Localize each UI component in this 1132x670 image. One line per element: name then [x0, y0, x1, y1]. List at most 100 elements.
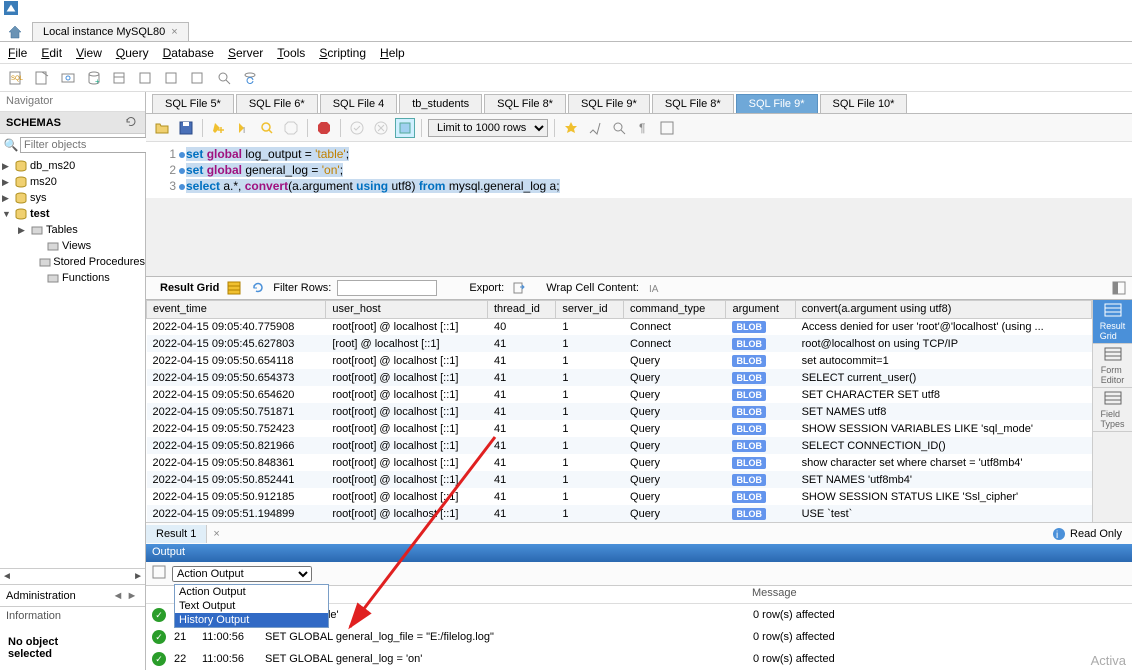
- menu-query[interactable]: Query: [116, 46, 149, 60]
- wrap-cell-icon[interactable]: IA: [645, 279, 663, 297]
- sql-tab[interactable]: SQL File 5*: [152, 94, 234, 113]
- execute-current-icon[interactable]: I: [233, 118, 253, 138]
- new-sql-icon[interactable]: SQL: [6, 68, 26, 88]
- output-row[interactable]: ✓2211:00:56SET GLOBAL general_log = 'on'…: [146, 648, 1132, 670]
- export-icon[interactable]: [510, 279, 528, 297]
- sql-tab[interactable]: SQL File 8*: [484, 94, 566, 113]
- filter-rows-input[interactable]: [337, 280, 437, 296]
- result-grid[interactable]: event_timeuser_hostthread_idserver_idcom…: [146, 300, 1092, 523]
- open-file-icon[interactable]: [152, 118, 172, 138]
- dropdown-option[interactable]: History Output: [175, 613, 328, 627]
- code-editor[interactable]: 1set global log_output = 'table';2set gl…: [146, 142, 1132, 198]
- connection-tab[interactable]: Local instance MySQL80 ×: [32, 22, 189, 41]
- sql-tab[interactable]: SQL File 4: [320, 94, 398, 113]
- table-add-icon[interactable]: [110, 68, 130, 88]
- explain-icon[interactable]: [257, 118, 277, 138]
- tree-node[interactable]: Views: [0, 238, 145, 254]
- output-panel-icon[interactable]: [152, 565, 166, 582]
- dropdown-option[interactable]: Text Output: [175, 599, 328, 613]
- inspector-icon[interactable]: [58, 68, 78, 88]
- menu-scripting[interactable]: Scripting: [319, 46, 366, 60]
- rollback-icon[interactable]: [371, 118, 391, 138]
- table-row[interactable]: 2022-04-15 09:05:50.848361root[root] @ l…: [147, 454, 1092, 471]
- table-row[interactable]: 2022-04-15 09:05:45.627803[root] @ local…: [147, 335, 1092, 352]
- column-header[interactable]: event_time: [147, 300, 326, 318]
- stop-query-icon[interactable]: [281, 118, 301, 138]
- proc-add-icon[interactable]: [162, 68, 182, 88]
- tree-node[interactable]: ▶ms20: [0, 174, 145, 190]
- brush-icon[interactable]: [585, 118, 605, 138]
- column-header[interactable]: convert(a.argument using utf8): [795, 300, 1091, 318]
- home-icon[interactable]: [6, 23, 24, 41]
- menu-edit[interactable]: Edit: [41, 46, 62, 60]
- tree-node[interactable]: ▼test: [0, 206, 145, 222]
- result-tab[interactable]: Result 1: [146, 525, 207, 543]
- tree-node[interactable]: ▶sys: [0, 190, 145, 206]
- table-row[interactable]: 2022-04-15 09:05:50.821966root[root] @ l…: [147, 437, 1092, 454]
- reconnect-icon[interactable]: [240, 68, 260, 88]
- panel-toggle-icon[interactable]: [1110, 279, 1128, 297]
- autocommit-icon[interactable]: [395, 118, 415, 138]
- side-tab[interactable]: Field Types: [1093, 388, 1132, 432]
- grid-icon[interactable]: [225, 279, 243, 297]
- menu-database[interactable]: Database: [163, 46, 214, 60]
- refresh-icon[interactable]: [125, 116, 139, 130]
- invisible-chars-icon[interactable]: ¶: [633, 118, 653, 138]
- sql-tab[interactable]: SQL File 8*: [652, 94, 734, 113]
- side-tab[interactable]: Form Editor: [1093, 344, 1132, 388]
- menu-help[interactable]: Help: [380, 46, 405, 60]
- table-row[interactable]: 2022-04-15 09:05:50.654620root[root] @ l…: [147, 386, 1092, 403]
- close-icon[interactable]: ×: [171, 26, 177, 38]
- sql-tab[interactable]: SQL File 6*: [236, 94, 318, 113]
- db-add-icon[interactable]: +: [84, 68, 104, 88]
- save-icon[interactable]: [176, 118, 196, 138]
- menu-file[interactable]: File: [8, 46, 27, 60]
- wrap-icon[interactable]: [657, 118, 677, 138]
- table-row[interactable]: 2022-04-15 09:05:50.752423root[root] @ l…: [147, 420, 1092, 437]
- execute-icon[interactable]: [209, 118, 229, 138]
- column-header[interactable]: user_host: [326, 300, 488, 318]
- column-header[interactable]: argument: [726, 300, 795, 318]
- tree-node[interactable]: ▶db_ms20: [0, 158, 145, 174]
- limit-select[interactable]: Limit to 1000 rows: [428, 119, 548, 137]
- beautify-icon[interactable]: [561, 118, 581, 138]
- stop-icon[interactable]: [314, 118, 334, 138]
- table-row[interactable]: 2022-04-15 09:05:50.654373root[root] @ l…: [147, 369, 1092, 386]
- sql-tab[interactable]: SQL File 9*: [568, 94, 650, 113]
- view-add-icon[interactable]: [136, 68, 156, 88]
- commit-icon[interactable]: [347, 118, 367, 138]
- output-type-select[interactable]: Action Output: [172, 566, 312, 582]
- table-row[interactable]: 2022-04-15 09:05:50.852441root[root] @ l…: [147, 471, 1092, 488]
- column-header[interactable]: server_id: [556, 300, 624, 318]
- nav-scrollbar[interactable]: ◄►: [0, 568, 145, 584]
- dropdown-option[interactable]: Action Output: [175, 585, 328, 599]
- administration-tab[interactable]: Administration ◄►: [0, 584, 145, 606]
- output-dropdown[interactable]: Action OutputText OutputHistory Output: [174, 584, 329, 628]
- menu-tools[interactable]: Tools: [277, 46, 305, 60]
- sql-tab[interactable]: SQL File 10*: [820, 94, 908, 113]
- find-icon[interactable]: [609, 118, 629, 138]
- table-row[interactable]: 2022-04-15 09:05:50.751871root[root] @ l…: [147, 403, 1092, 420]
- search-icon[interactable]: [214, 68, 234, 88]
- information-tab[interactable]: Information: [0, 606, 145, 626]
- output-row[interactable]: ✓2111:00:56SET GLOBAL general_log_file =…: [146, 626, 1132, 648]
- table-row[interactable]: 2022-04-15 09:05:51.194899root[root] @ l…: [147, 505, 1092, 522]
- open-sql-icon[interactable]: [32, 68, 52, 88]
- close-result-icon[interactable]: ×: [207, 528, 225, 540]
- table-row[interactable]: 2022-04-15 09:05:50.912185root[root] @ l…: [147, 488, 1092, 505]
- sql-tab[interactable]: tb_students: [399, 94, 482, 113]
- refresh-result-icon[interactable]: [249, 279, 267, 297]
- table-row[interactable]: 2022-04-15 09:05:50.654118root[root] @ l…: [147, 352, 1092, 369]
- menu-view[interactable]: View: [76, 46, 102, 60]
- menu-server[interactable]: Server: [228, 46, 263, 60]
- side-tab[interactable]: Result Grid: [1093, 300, 1132, 344]
- func-add-icon[interactable]: [188, 68, 208, 88]
- column-header[interactable]: thread_id: [487, 300, 555, 318]
- sql-tab[interactable]: SQL File 9*: [736, 94, 818, 113]
- column-header[interactable]: command_type: [624, 300, 726, 318]
- tree-node[interactable]: Stored Procedures: [0, 254, 145, 270]
- nav-prev-icon[interactable]: ◄: [111, 590, 125, 602]
- tree-node[interactable]: Functions: [0, 270, 145, 286]
- table-row[interactable]: 2022-04-15 09:05:40.775908root[root] @ l…: [147, 318, 1092, 335]
- tree-node[interactable]: ▶Tables: [0, 222, 145, 238]
